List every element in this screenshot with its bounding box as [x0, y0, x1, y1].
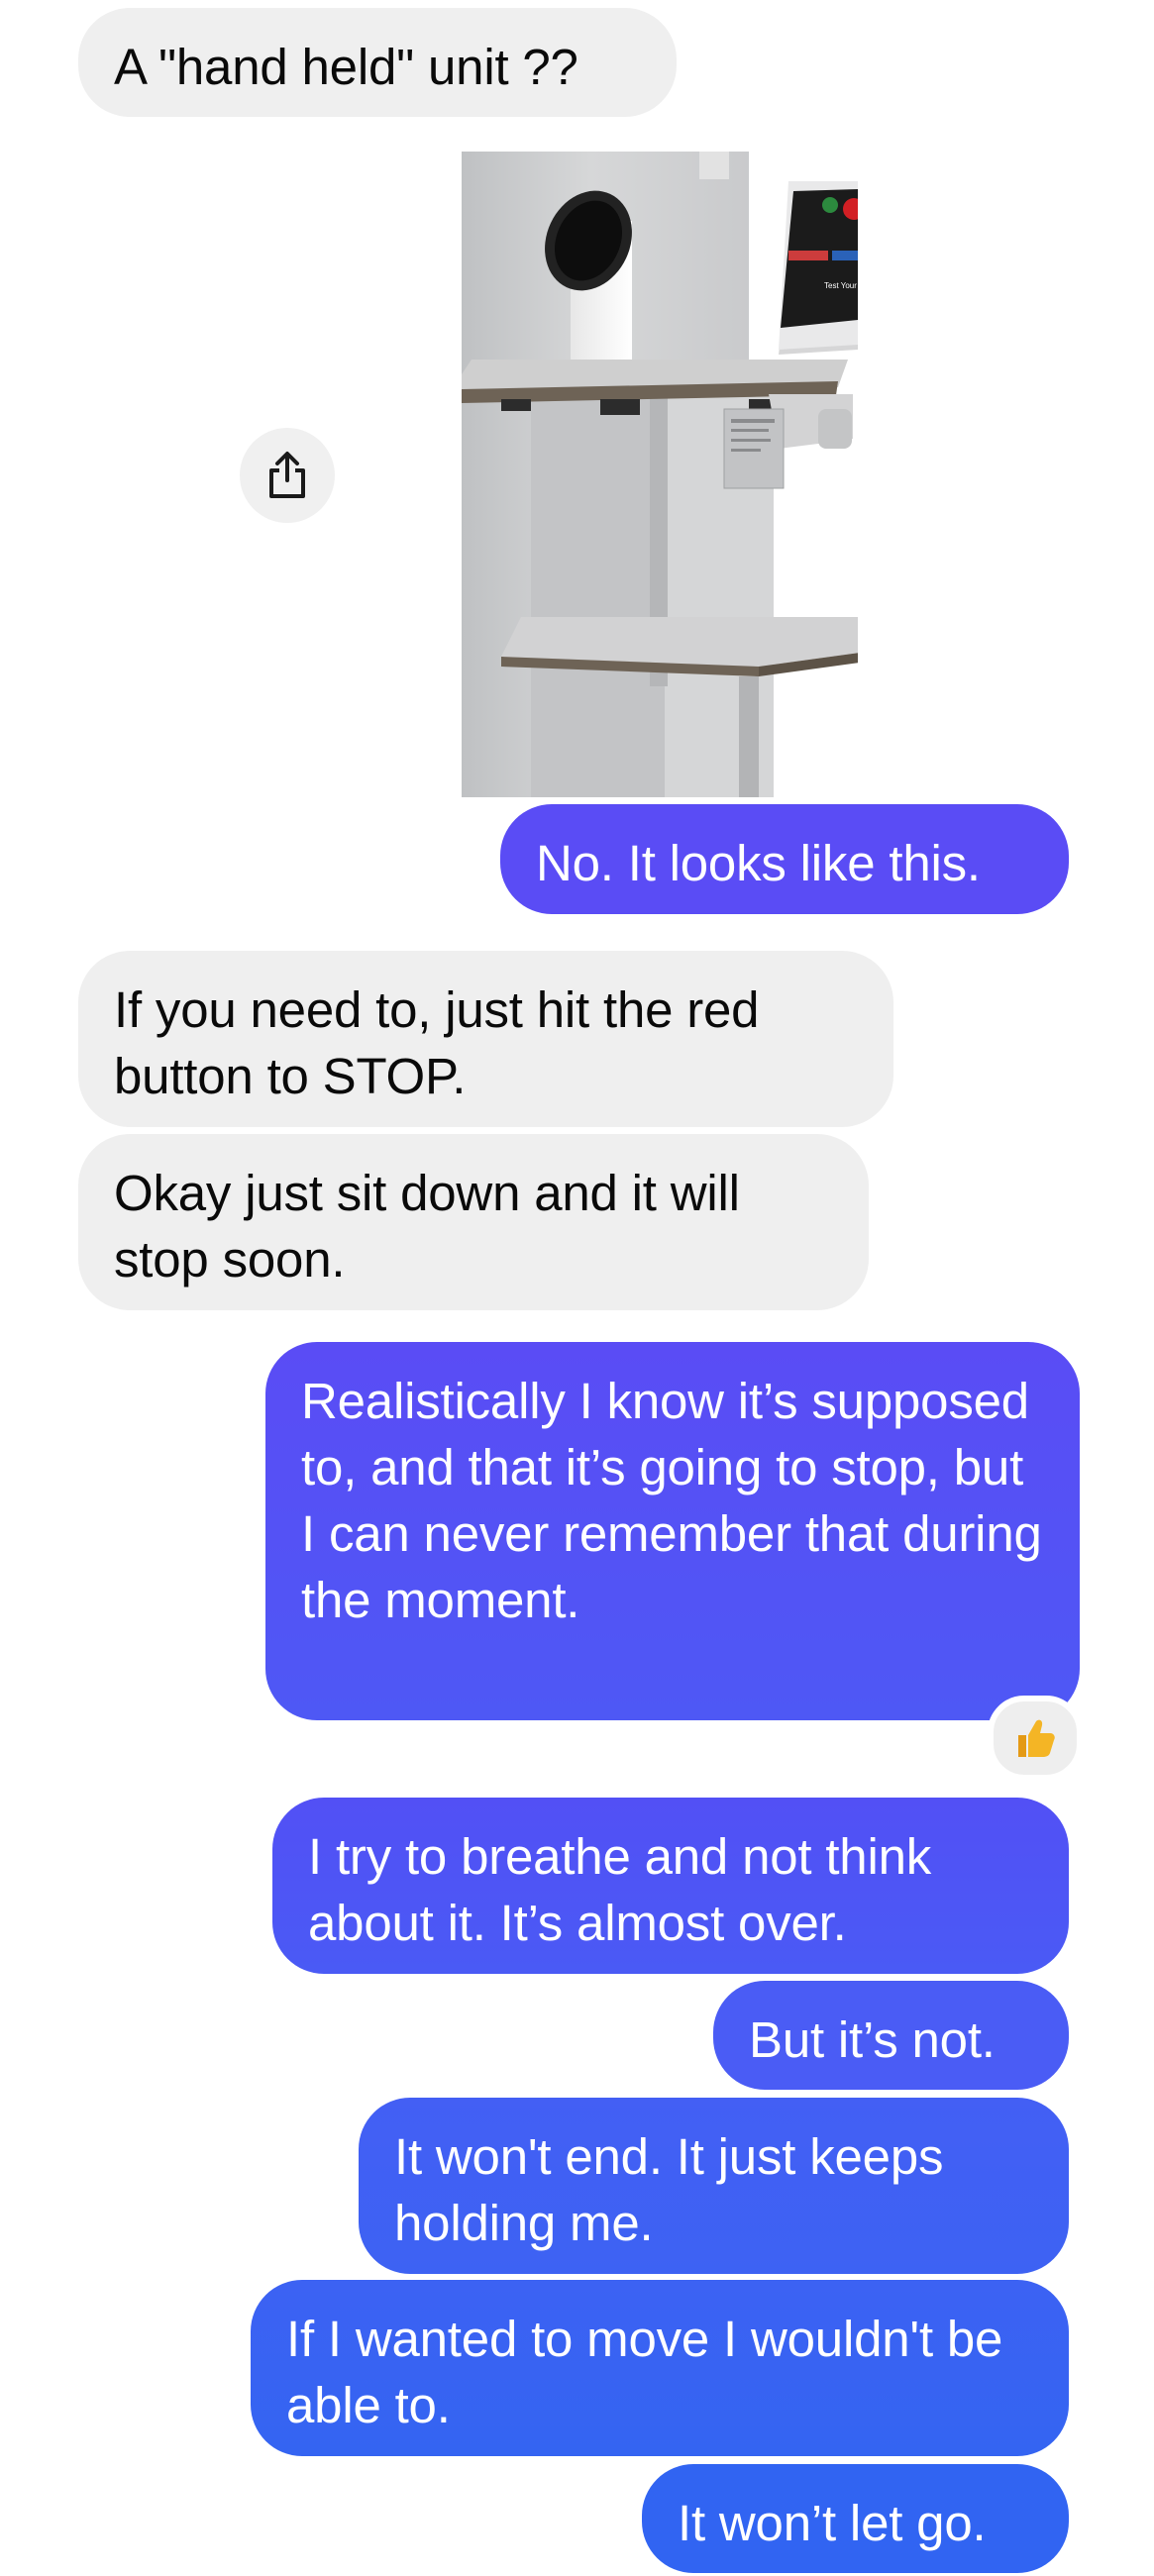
message-text: No. It looks like this. — [536, 835, 981, 891]
thumbs-up-icon — [1018, 1719, 1055, 1757]
share-icon — [269, 452, 305, 498]
message-text: It won’t let go. — [678, 2495, 987, 2551]
message-text: But it’s not. — [749, 2011, 996, 2068]
message-bubble-incoming[interactable]: Okay just sit down and it will stop soon… — [78, 1134, 869, 1310]
message-text: Okay just sit down and it will stop soon… — [114, 1165, 740, 1288]
message-bubble-incoming[interactable]: A "hand held" unit ?? — [78, 8, 677, 117]
message-image-photo[interactable]: Test Your BLOOD PRESSURE — [462, 152, 858, 797]
message-bubble-outgoing[interactable]: No. It looks like this. — [500, 804, 1069, 914]
message-reaction[interactable] — [988, 1696, 1083, 1781]
photo-panel-label: Test Your BLOOD PRESSURE — [824, 281, 858, 290]
message-text: It won't end. It just keeps holding me. — [394, 2128, 944, 2251]
message-bubble-outgoing[interactable]: It won't end. It just keeps holding me. — [359, 2098, 1069, 2274]
share-button[interactable] — [240, 428, 335, 523]
message-bubble-outgoing[interactable]: It won’t let go. — [642, 2464, 1069, 2573]
message-text: A "hand held" unit ?? — [114, 39, 578, 95]
message-text: I try to breathe and not think about it.… — [308, 1828, 932, 1951]
message-bubble-incoming[interactable]: If you need to, just hit the red button … — [78, 951, 893, 1127]
message-text: If you need to, just hit the red button … — [114, 981, 760, 1104]
message-text: Realistically I know it’s supposed to, a… — [301, 1373, 1042, 1628]
message-bubble-outgoing[interactable]: If I wanted to move I wouldn't be able t… — [251, 2280, 1069, 2456]
message-bubble-outgoing[interactable]: But it’s not. — [713, 1981, 1069, 2090]
message-bubble-outgoing[interactable]: I try to breathe and not think about it.… — [272, 1798, 1069, 1974]
message-text: If I wanted to move I wouldn't be able t… — [286, 2311, 1003, 2433]
message-bubble-outgoing[interactable]: Realistically I know it’s supposed to, a… — [265, 1342, 1080, 1720]
